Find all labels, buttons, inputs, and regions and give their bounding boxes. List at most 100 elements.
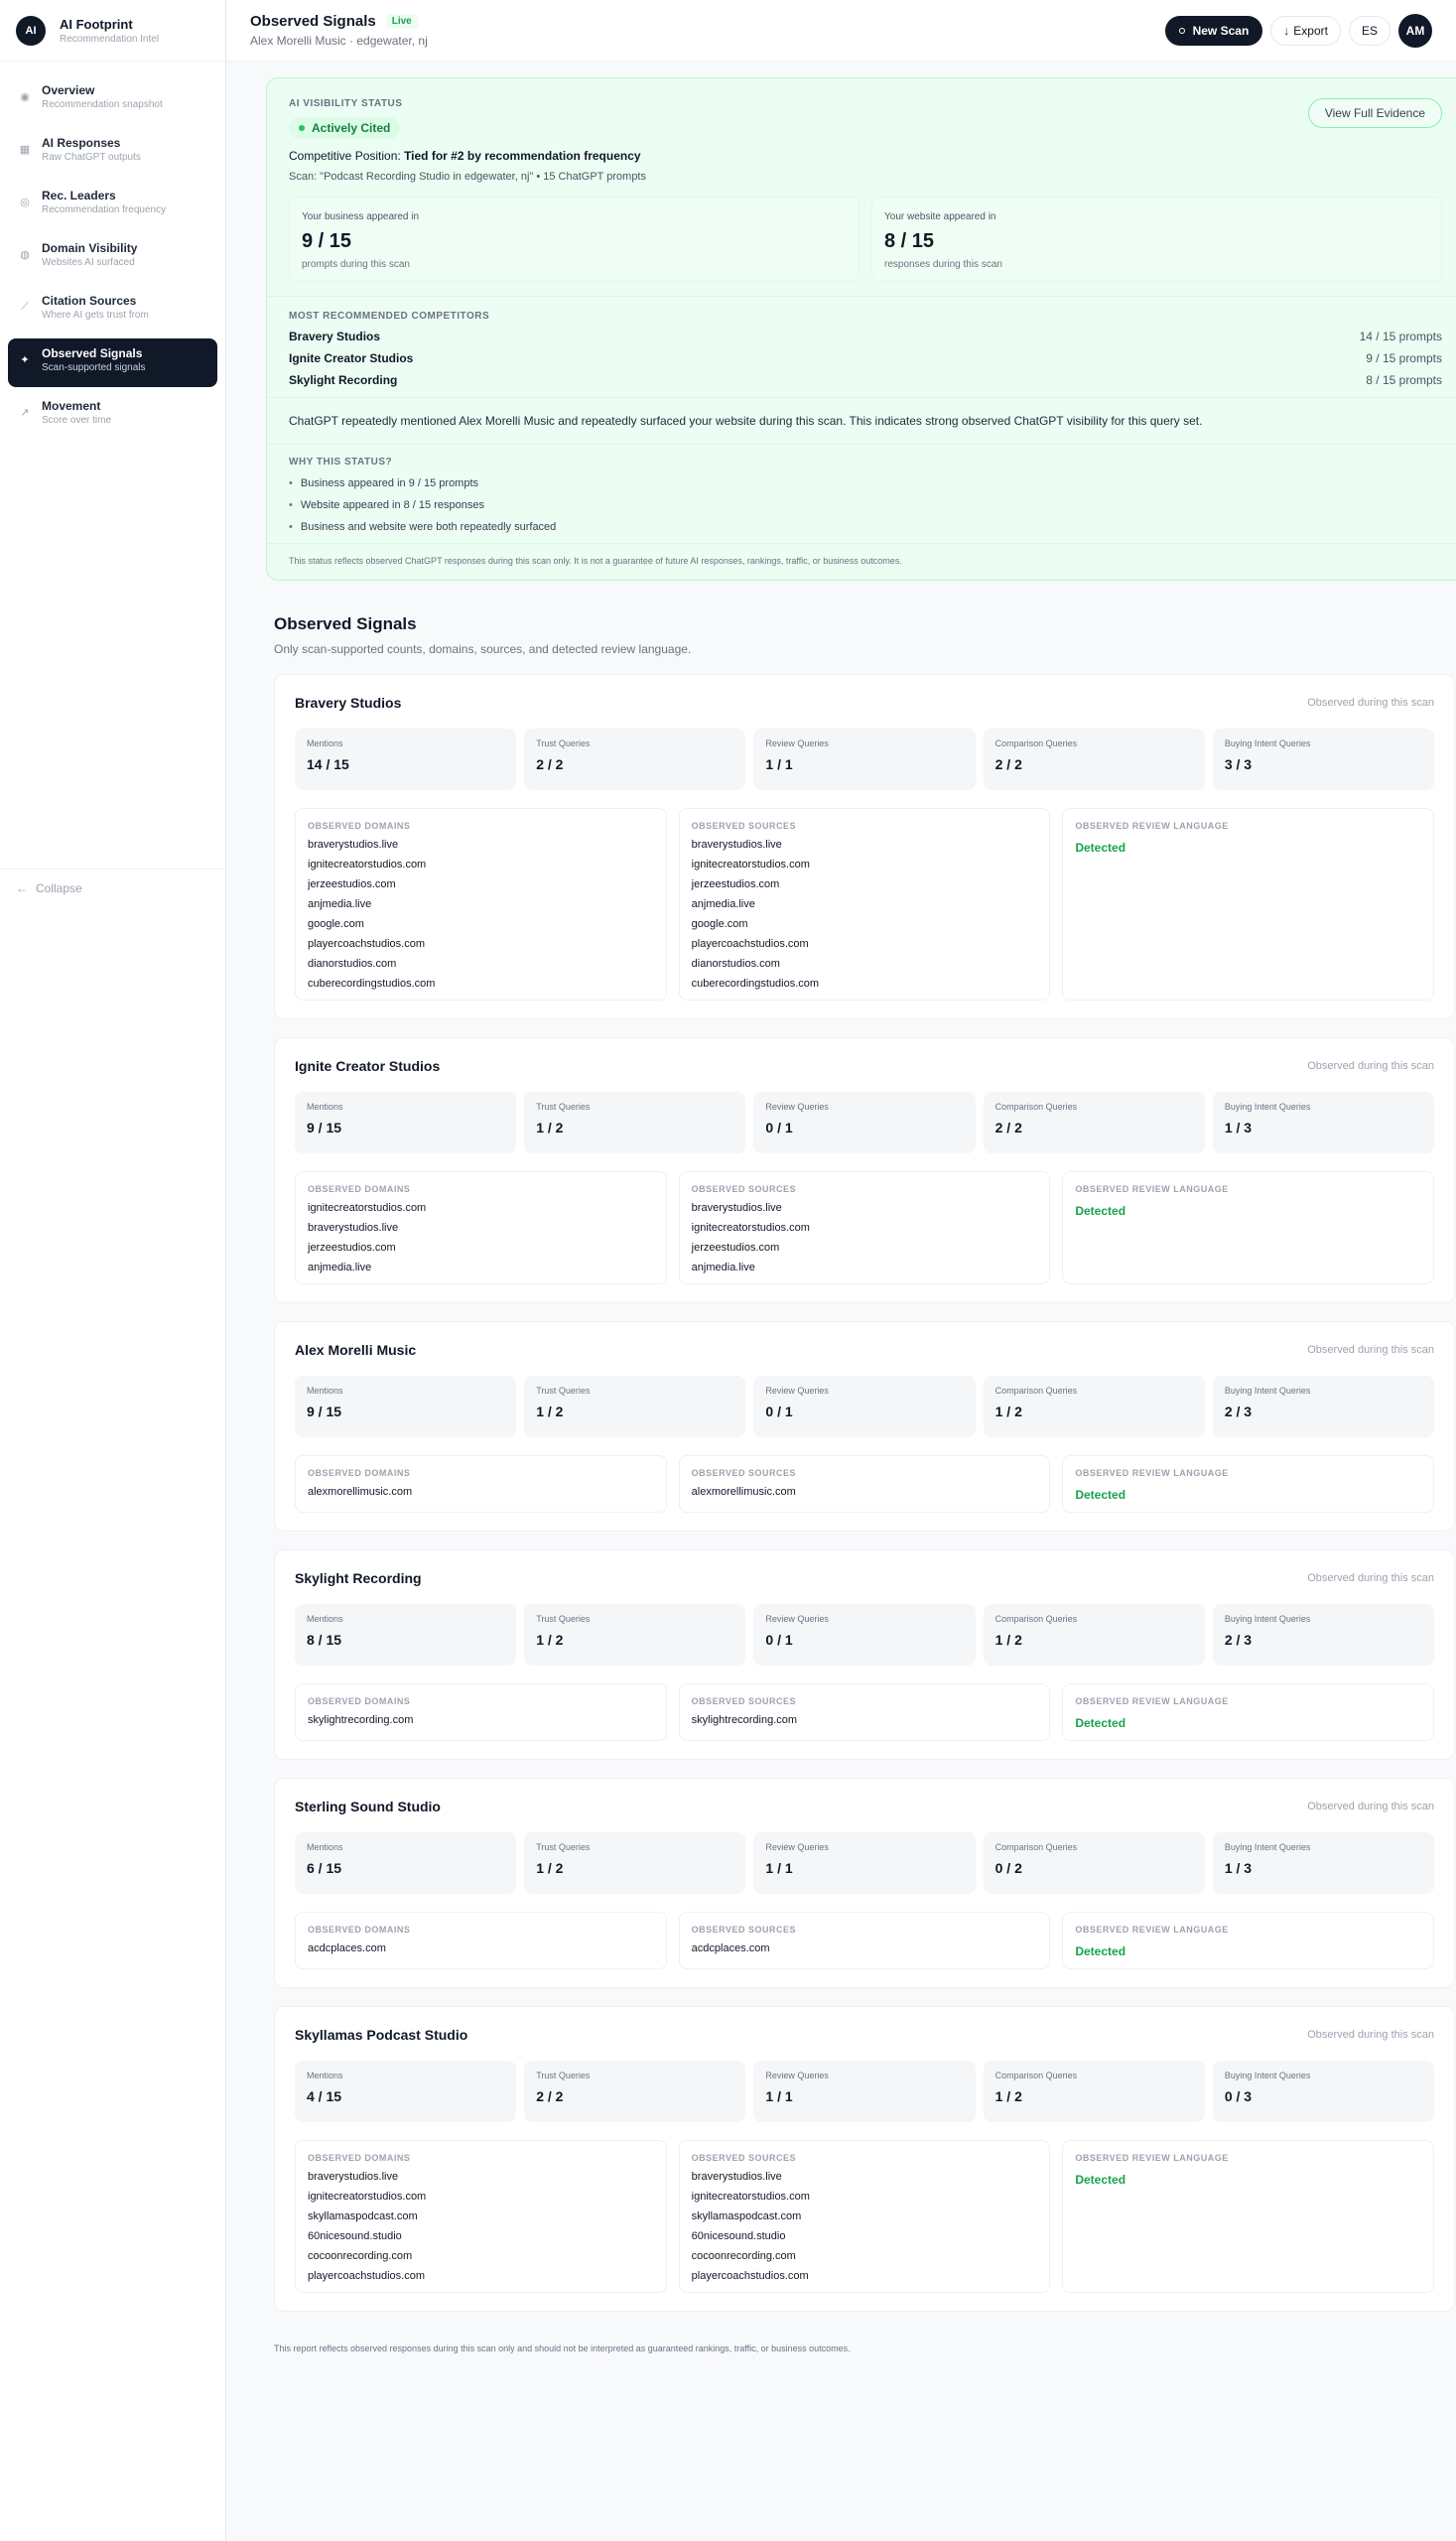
domain-item: braverystudios.live <box>308 2171 399 2183</box>
metric-label: Comparison Queries <box>994 2071 1078 2080</box>
observed-review-language: OBSERVED REVIEW LANGUAGE Detected <box>1062 1683 1435 1741</box>
source-item: jerzeestudios.com <box>691 878 780 890</box>
metric-label: Mentions <box>307 1842 343 1852</box>
metric-tile: Mentions 6 / 15 <box>295 1832 517 1894</box>
metric-tile: Comparison Queries 2 / 2 <box>983 729 1205 790</box>
metric-label: Buying Intent Queries <box>1224 1614 1311 1624</box>
sidebar-item-sub: Recommendation frequency <box>42 204 167 215</box>
avatar[interactable]: AM <box>1398 13 1432 48</box>
metric-label: Review Queries <box>765 738 829 748</box>
sidebar-item-label: AI Responses <box>42 136 121 150</box>
source-item: braverystudios.live <box>691 1202 782 1214</box>
observed-sources: OBSERVED SOURCES braverystudios.live ignit… <box>678 2140 1051 2293</box>
observed-label: Observed during this scan <box>1307 1344 1434 1356</box>
sidebar-item-citation-sources[interactable]: ⟋ Citation Sources Where AI gets trust fro… <box>8 286 217 334</box>
domains-caption: OBSERVED DOMAINS <box>308 1696 411 1706</box>
metric-tile: Mentions 9 / 15 <box>295 1376 517 1437</box>
business-label: Your business appeared in <box>302 211 420 222</box>
bullet-icon: • <box>289 521 293 533</box>
sidebar-item-movement[interactable]: ↗ Movement Score over time <box>8 391 217 440</box>
sidebar-item-label: Observed Signals <box>42 346 143 360</box>
metric-label: Buying Intent Queries <box>1224 2071 1311 2080</box>
sidebar-item-ai-responses[interactable]: ▦ AI Responses Raw ChatGPT outputs <box>8 128 217 177</box>
domain-item: playercoachstudios.com <box>308 2270 426 2282</box>
competitor-row: Skylight Recording 8 / 15 prompts <box>289 373 1442 387</box>
metrics-row: Mentions 6 / 15 Trust Queries 1 / 2 Review Q… <box>295 1832 1435 1894</box>
metric-value: 14 / 15 <box>307 756 349 772</box>
source-item: cuberecordingstudios.com <box>691 978 820 990</box>
app-root: AI AI Footprint Recommendation Intel ◉ Ov… <box>0 0 1456 2541</box>
sidebar-item-rec-leaders[interactable]: ◎ Rec. Leaders Recommendation frequency <box>8 181 217 229</box>
why-item: • Website appeared in 8 / 15 responses <box>289 499 1442 511</box>
page-subtitle: Alex Morelli Music · edgewater, nj <box>250 34 428 48</box>
metric-value: 1 / 2 <box>536 1404 564 1419</box>
metric-value: 1 / 1 <box>765 1860 793 1876</box>
metric-tile: Buying Intent Queries 0 / 3 <box>1212 2061 1435 2122</box>
observed-domains: OBSERVED DOMAINS braverystudios.live ignit… <box>295 2140 667 2293</box>
card-header: Ignite Creator Studios Observed during th… <box>295 1058 1434 1074</box>
review-detected: Detected <box>1075 1716 1126 1730</box>
domain-item: cocoonrecording.com <box>308 2250 413 2262</box>
metric-value: 2 / 3 <box>1224 1404 1253 1419</box>
competitive-position: Competitive Position: Tied for #2 by rec… <box>289 149 1442 163</box>
competitors-caption: MOST RECOMMENDED COMPETITORS <box>289 311 490 322</box>
sidebar-item-domain-visibility[interactable]: ◍ Domain Visibility Websites AI surfaced <box>8 233 217 282</box>
metric-tile: Trust Queries 2 / 2 <box>524 729 746 790</box>
status-summary: ChatGPT repeatedly mentioned Alex Morell… <box>267 398 1456 445</box>
competitor-name: Skylight Recording <box>289 373 398 387</box>
metric-value: 1 / 2 <box>536 1632 564 1648</box>
observed-domains: OBSERVED DOMAINS alexmorellimusic.com <box>295 1455 667 1513</box>
domains-caption: OBSERVED DOMAINS <box>308 821 411 831</box>
competitor-card-name: Bravery Studios <box>295 695 402 711</box>
sidebar-item-observed-signals[interactable]: ✦ Observed Signals Scan-supported signals <box>8 338 217 387</box>
why-text: Website appeared in 8 / 15 responses <box>300 499 484 511</box>
card-header: Alex Morelli Music Observed during this s… <box>295 1342 1434 1358</box>
sidebar-item-label: Rec. Leaders <box>42 189 116 202</box>
card-header: Skyllamas Podcast Studio Observed during … <box>295 2027 1434 2043</box>
signals-subtitle: Only scan-supported counts, domains, sou… <box>274 642 692 656</box>
target-icon: ◎ <box>20 196 30 208</box>
brand-logo: AI <box>16 15 46 46</box>
card-header: Bravery Studios Observed during this scan <box>295 695 1434 711</box>
domain-item: ignitecreatorstudios.com <box>308 1202 427 1214</box>
why-text: Business appeared in 9 / 15 prompts <box>300 477 479 489</box>
collapse-button[interactable]: ← Collapse <box>0 869 226 907</box>
website-sub: responses during this scan <box>884 259 1002 270</box>
language-toggle[interactable]: ES <box>1348 15 1390 46</box>
metric-label: Mentions <box>307 1386 343 1396</box>
observed-domains: OBSERVED DOMAINS braverystudios.live ignit… <box>295 808 667 1001</box>
metric-tile: Review Queries 0 / 1 <box>753 1376 976 1437</box>
metric-value: 2 / 2 <box>994 1120 1022 1136</box>
review-detected: Detected <box>1075 1204 1126 1218</box>
observed-domains: OBSERVED DOMAINS skylightrecording.com <box>295 1683 667 1741</box>
metric-tile: Comparison Queries 1 / 2 <box>983 1604 1205 1666</box>
domains-caption: OBSERVED DOMAINS <box>308 1468 411 1478</box>
metric-label: Trust Queries <box>536 2071 591 2080</box>
signal-card: Sterling Sound Studio Observed during thi… <box>274 1778 1455 1988</box>
card-header: Skylight Recording Observed during this s… <box>295 1570 1434 1586</box>
competitor-count: 8 / 15 prompts <box>1366 373 1442 387</box>
arrow-left-icon: ← <box>16 881 28 895</box>
competitor-card-name: Skylight Recording <box>295 1570 422 1586</box>
view-full-evidence-button[interactable]: View Full Evidence <box>1307 98 1442 128</box>
source-item: skylightrecording.com <box>691 1714 798 1726</box>
status-dot-icon <box>299 125 305 131</box>
metric-label: Mentions <box>307 1614 343 1624</box>
sidebar-item-overview[interactable]: ◉ Overview Recommendation snapshot <box>8 75 217 124</box>
signals-header: Observed Signals Only scan-supported cou… <box>274 614 1432 656</box>
metric-value: 6 / 15 <box>307 1860 342 1876</box>
domains-caption: OBSERVED DOMAINS <box>308 1925 411 1935</box>
sidebar-nav: ◉ Overview Recommendation snapshot ▦ AI Resp… <box>0 62 225 458</box>
metric-value: 2 / 2 <box>994 756 1022 772</box>
metric-tile: Mentions 4 / 15 <box>295 2061 517 2122</box>
metric-label: Trust Queries <box>536 1386 591 1396</box>
review-detected: Detected <box>1075 1488 1126 1502</box>
source-item: 60nicesound.studio <box>691 2230 786 2242</box>
export-button[interactable]: ↓ Export <box>1270 15 1341 46</box>
bullet-icon: • <box>289 499 293 511</box>
metric-label: Buying Intent Queries <box>1224 1102 1311 1112</box>
metric-value: 1 / 2 <box>994 2088 1022 2104</box>
new-scan-button[interactable]: New Scan <box>1164 15 1263 46</box>
domain-item: ignitecreatorstudios.com <box>308 859 427 870</box>
report-footer: This report reflects observed responses … <box>274 2343 851 2353</box>
